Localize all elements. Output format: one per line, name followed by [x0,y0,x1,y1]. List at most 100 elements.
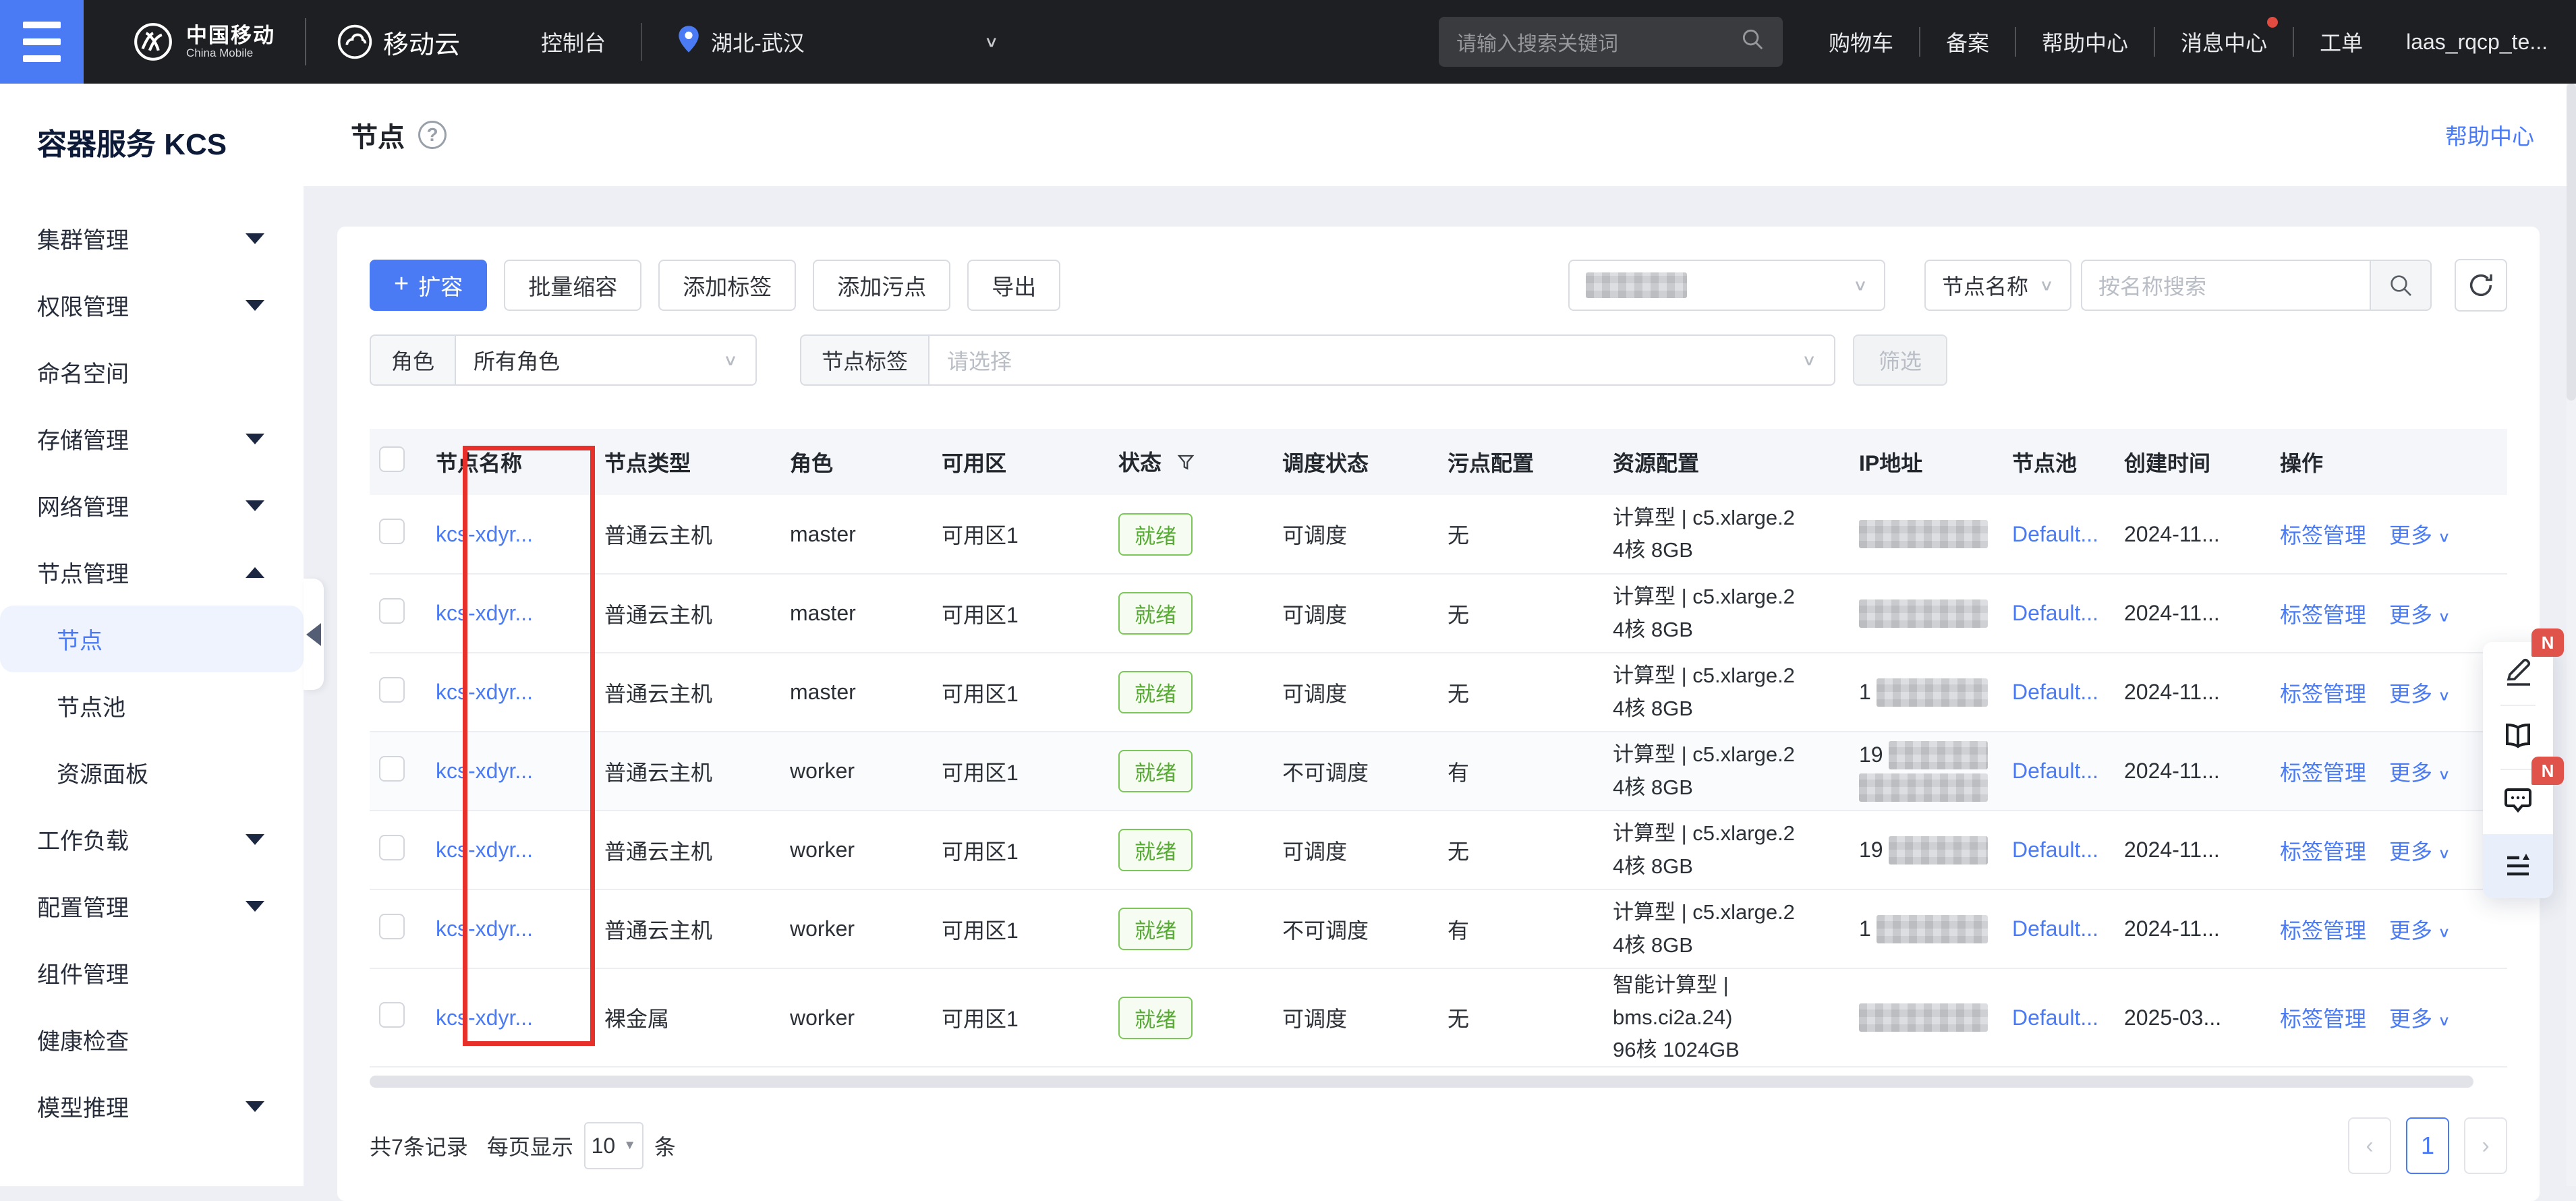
region-selector[interactable]: 湖北-武汉 ∨ [677,25,999,59]
role-cell: master [778,495,929,574]
sidebar-item-资源面板[interactable]: 资源面板 [0,739,304,806]
more-link[interactable]: 更多∨ [2389,918,2451,943]
row-checkbox[interactable] [379,756,405,782]
sidebar-item-模型推理[interactable]: 模型推理 [0,1073,304,1140]
status-badge: 就绪 [1118,908,1193,950]
node-pool-link[interactable]: Default... [2012,522,2098,546]
sidebar-collapse-handle[interactable] [304,579,324,690]
hamburger-menu-icon[interactable] [0,0,84,84]
role-filter-label: 角色 [370,334,455,386]
sidebar-item-节点[interactable]: 节点 [0,606,304,672]
node-pool-link[interactable]: Default... [2012,838,2098,862]
tag-manage-link[interactable]: 标签管理 [2280,761,2366,785]
batch-scale-in-button[interactable]: 批量缩容 [504,260,641,311]
export-button[interactable]: 导出 [967,260,1060,311]
filing-link[interactable]: 备案 [1920,26,2015,57]
node-name-link[interactable]: kcs-xdyr... [436,522,533,546]
tag-manage-link[interactable]: 标签管理 [2280,1007,2366,1031]
cluster-select[interactable]: ∨ [1568,260,1885,311]
node-name-link[interactable]: kcs-xdyr... [436,838,533,862]
vertical-scrollbar[interactable] [2567,84,2576,1186]
node-name-link[interactable]: kcs-xdyr... [436,916,533,941]
node-name-link[interactable]: kcs-xdyr... [436,1005,533,1030]
scrollbar-thumb[interactable] [2567,84,2576,401]
node-name-link[interactable]: kcs-xdyr... [436,601,533,625]
prev-page-button[interactable]: ‹ [2348,1117,2391,1174]
row-checkbox[interactable] [379,677,405,703]
more-link[interactable]: 更多∨ [2389,682,2451,706]
sidebar-item-健康检查[interactable]: 健康检查 [0,1006,304,1073]
search-button[interactable] [2370,260,2432,311]
scale-out-button[interactable]: + 扩容 [370,260,487,311]
node-name-link[interactable]: kcs-xdyr... [436,759,533,783]
more-link[interactable]: 更多∨ [2389,761,2451,785]
sidebar-item-存储管理[interactable]: 存储管理 [0,405,304,472]
node-pool-link[interactable]: Default... [2012,1005,2098,1030]
cart-link[interactable]: 购物车 [1803,26,1919,57]
sidebar-item-工作负载[interactable]: 工作负载 [0,806,304,873]
row-checkbox[interactable] [379,914,405,939]
node-pool-link[interactable]: Default... [2012,759,2098,783]
global-search-input[interactable]: 请输入搜索关键词 [1439,17,1783,67]
node-pool-link[interactable]: Default... [2012,916,2098,941]
more-link[interactable]: 更多∨ [2389,840,2451,864]
spec-cell: 计算型 | c5.xlarge.2 4核 8GB [1601,732,1847,811]
select-all-checkbox[interactable] [379,446,405,472]
help-center-link[interactable]: 帮助中心 [2016,26,2154,57]
node-pool-link[interactable]: Default... [2012,601,2098,625]
node-type-cell: 普通云主机 [592,495,778,574]
chevron-down-icon: ∨ [1802,351,1816,369]
sidebar-item-节点池[interactable]: 节点池 [0,672,304,739]
tag-filter-select[interactable]: 请选择 ∨ [928,334,1835,386]
ip-cell [1847,968,2000,1067]
blurred-ip [1889,741,1988,769]
row-checkbox[interactable] [379,835,405,860]
console-link[interactable]: 控制台 [541,26,606,57]
tag-manage-link[interactable]: 标签管理 [2280,682,2366,706]
search-field-select[interactable]: 节点名称 ∨ [1924,260,2071,311]
more-link[interactable]: 更多∨ [2389,603,2451,627]
node-name-link[interactable]: kcs-xdyr... [436,680,533,704]
add-taint-button[interactable]: 添加污点 [813,260,950,311]
help-question-icon[interactable]: ? [418,121,447,149]
survey-tool[interactable] [2483,834,2553,898]
refresh-button[interactable] [2455,259,2507,312]
more-link[interactable]: 更多∨ [2389,523,2451,548]
next-page-button[interactable]: › [2464,1117,2507,1174]
row-checkbox[interactable] [379,598,405,624]
sidebar-item-权限管理[interactable]: 权限管理 [0,272,304,339]
search-icon[interactable] [1740,26,1765,57]
add-label-button[interactable]: 添加标签 [658,260,796,311]
sidebar-item-节点管理[interactable]: 节点管理 [0,539,304,606]
survey-list-icon [2502,848,2534,884]
node-search-input[interactable]: 按名称搜索 [2081,260,2370,311]
edit-tool[interactable]: N [2483,642,2553,706]
row-checkbox[interactable] [379,1002,405,1028]
user-account[interactable]: laas_rqcp_te... [2406,30,2548,55]
page-size-select[interactable]: 10 ▼ [584,1122,643,1169]
sidebar-item-配置管理[interactable]: 配置管理 [0,873,304,939]
tag-manage-link[interactable]: 标签管理 [2280,918,2366,943]
help-center-page-link[interactable]: 帮助中心 [2445,119,2534,151]
ticket-link[interactable]: 工单 [2294,26,2388,57]
table-body: kcs-xdyr... 普通云主机 master 可用区1 就绪 可调度 无 计… [370,495,2507,1067]
message-center-link[interactable]: 消息中心 [2155,26,2293,57]
status-filter-funnel-icon[interactable] [1176,453,1196,477]
row-checkbox[interactable] [379,519,405,544]
page-1-button[interactable]: 1 [2406,1117,2449,1174]
top-navbar: 中国移动 China Mobile 移动云 控制台 湖北-武汉 ∨ 请输入搜索关… [0,0,2576,84]
sidebar-item-集群管理[interactable]: 集群管理 [0,205,304,272]
more-link[interactable]: 更多∨ [2389,1007,2451,1031]
feedback-tool[interactable]: N [2483,770,2553,834]
sidebar-item-命名空间[interactable]: 命名空间 [0,339,304,405]
horizontal-scrollbar[interactable] [370,1076,2473,1088]
tag-manage-link[interactable]: 标签管理 [2280,840,2366,864]
tag-manage-link[interactable]: 标签管理 [2280,603,2366,627]
role-cell: worker [778,968,929,1067]
tag-manage-link[interactable]: 标签管理 [2280,523,2366,548]
role-filter-select[interactable]: 所有角色 ∨ [455,334,757,386]
sidebar-item-网络管理[interactable]: 网络管理 [0,472,304,539]
node-pool-link[interactable]: Default... [2012,680,2098,704]
sidebar-item-组件管理[interactable]: 组件管理 [0,939,304,1006]
filter-button[interactable]: 筛选 [1853,334,1947,386]
